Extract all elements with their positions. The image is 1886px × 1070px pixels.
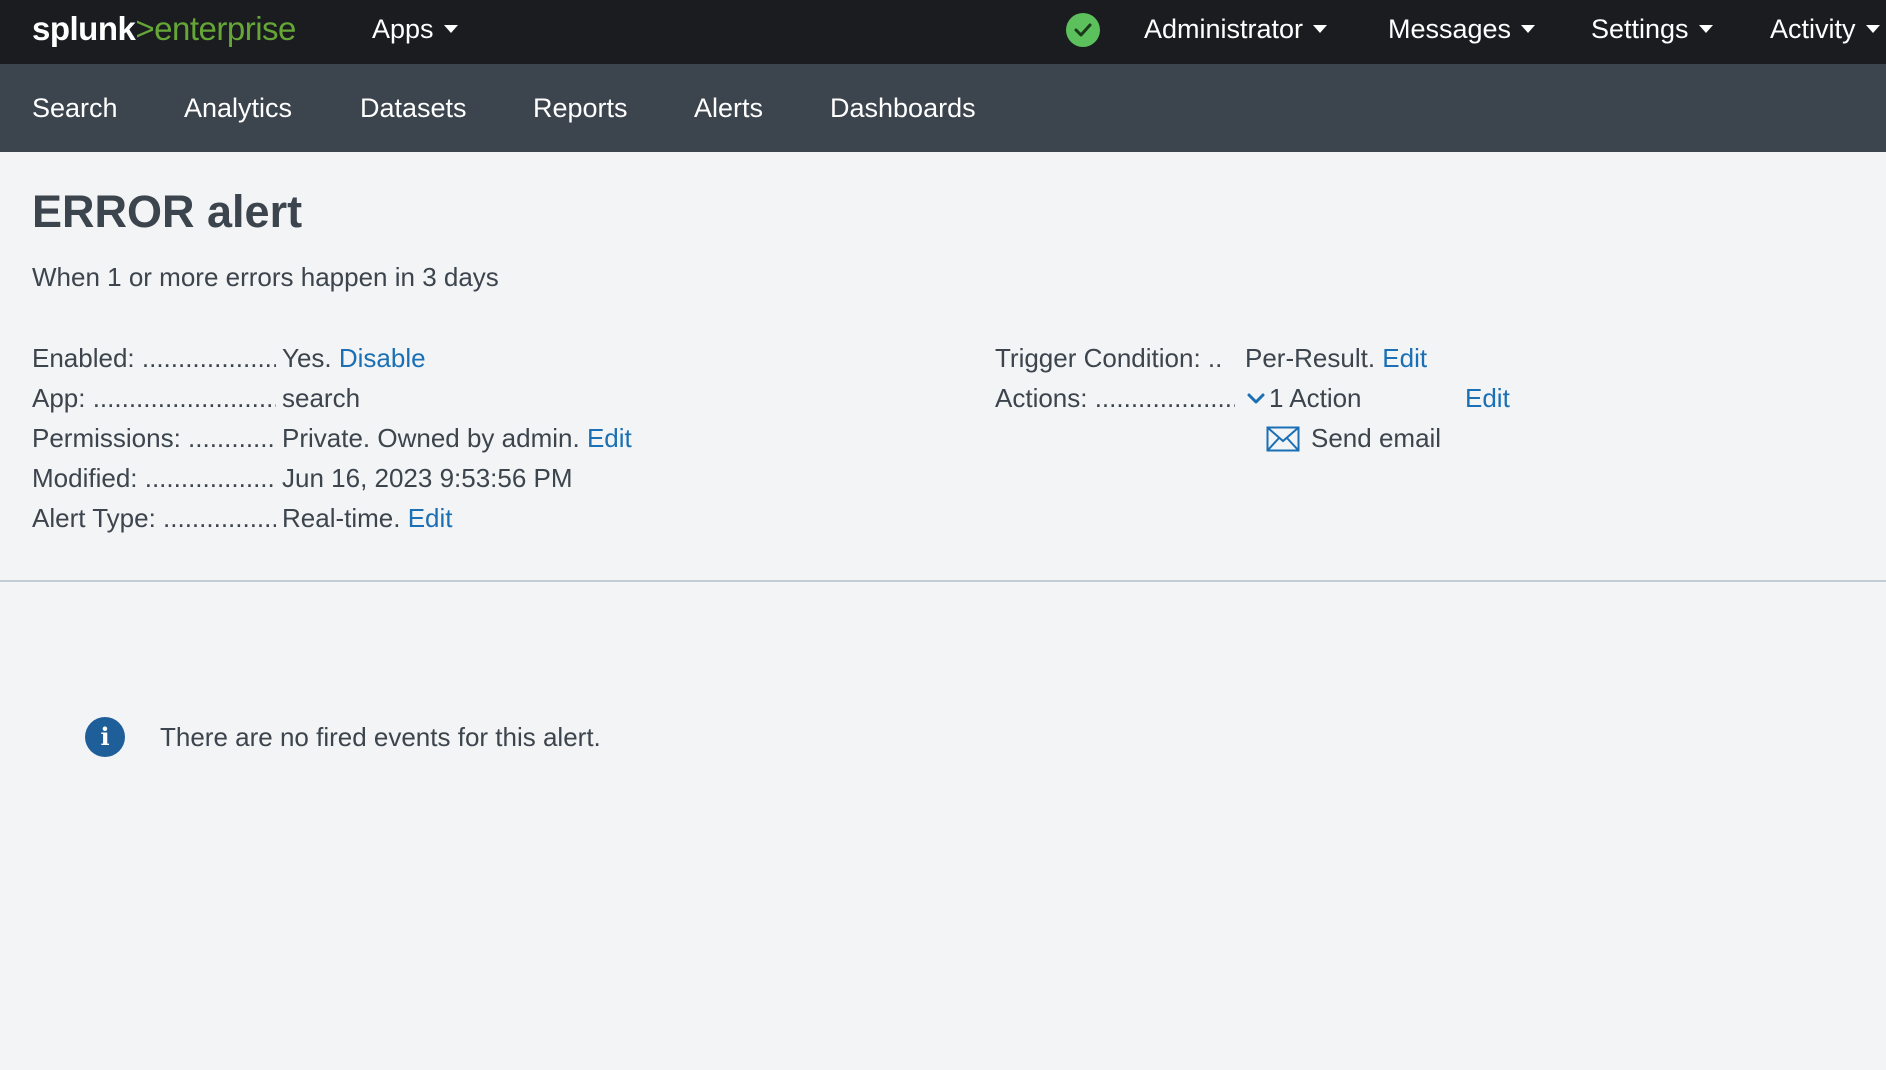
splunk-enterprise-logo[interactable]: splunk>enterprise (32, 9, 296, 49)
logo-gt-text: > (135, 10, 155, 47)
section-divider (0, 580, 1886, 582)
property-label: Modified: .................. (32, 463, 275, 493)
messages-menu-label: Messages (1388, 14, 1512, 44)
nav-dashboards[interactable]: Dashboards (830, 64, 976, 152)
page-title: ERROR alert (32, 186, 303, 237)
activity-menu[interactable]: Activity (1770, 0, 1880, 64)
property-label: Enabled: .................... (32, 343, 276, 373)
property-label: Trigger Condition: .. (995, 343, 1223, 373)
property-value: Private. Owned by admin. Edit (282, 421, 632, 455)
apps-caret-icon (443, 24, 458, 33)
property-value-text: Real-time. (282, 503, 401, 533)
action-send-email: Send email (1311, 423, 1442, 453)
administrator-caret-icon (1313, 24, 1328, 33)
settings-menu-label: Settings (1591, 14, 1689, 44)
property-value: Per-Result. Edit (1245, 341, 1427, 375)
apps-menu[interactable]: Apps (372, 0, 458, 64)
administrator-menu[interactable]: Administrator (1144, 0, 1328, 64)
property-value-text: search (282, 383, 361, 413)
nav-reports[interactable]: Reports (533, 64, 628, 152)
messages-menu[interactable]: Messages (1388, 0, 1536, 64)
nav-analytics[interactable]: Analytics (184, 64, 292, 152)
actions-count[interactable]: 1 Action (1269, 381, 1362, 415)
disable-link[interactable]: Disable (339, 343, 426, 373)
edit-alert-type-link[interactable]: Edit (408, 503, 453, 533)
property-label: Permissions: ............ (32, 423, 275, 453)
nav-alerts[interactable]: Alerts (694, 64, 763, 152)
administrator-menu-label: Administrator (1144, 14, 1304, 44)
edit-actions-link[interactable]: Edit (1465, 381, 1510, 415)
chevron-down-icon[interactable] (1246, 391, 1266, 407)
apps-menu-label: Apps (372, 14, 434, 44)
property-value-text: Private. Owned by admin. (282, 423, 580, 453)
settings-menu[interactable]: Settings (1591, 0, 1713, 64)
logo-enterprise-text: enterprise (154, 10, 296, 47)
edit-permissions-link[interactable]: Edit (587, 423, 632, 453)
nav-search[interactable]: Search (32, 64, 118, 152)
property-value-text: Per-Result. (1245, 343, 1376, 373)
property-label: Actions: .................... (995, 383, 1235, 413)
property-value: Yes. Disable (282, 341, 426, 375)
check-circle-icon[interactable] (1066, 13, 1100, 47)
app-navigation-bar: Search Analytics Datasets Reports Alerts… (0, 64, 1886, 152)
property-label: Alert Type: ................ (32, 503, 276, 533)
property-label: App: .......................... (32, 383, 276, 413)
settings-caret-icon (1698, 24, 1713, 33)
property-value: Real-time. Edit (282, 501, 453, 535)
top-navigation-bar: splunk>enterprise Apps Administrator Mes… (0, 0, 1886, 64)
no-fired-events-message: There are no fired events for this alert… (160, 722, 601, 752)
activity-menu-label: Activity (1770, 14, 1856, 44)
envelope-icon (1266, 426, 1300, 452)
nav-datasets[interactable]: Datasets (360, 64, 467, 152)
activity-caret-icon (1865, 24, 1880, 33)
alert-description: When 1 or more errors happen in 3 days (32, 262, 499, 292)
property-value-text: Yes. (282, 343, 332, 373)
property-value-text: Jun 16, 2023 9:53:56 PM (282, 463, 573, 493)
info-icon: i (85, 717, 125, 757)
edit-trigger-link[interactable]: Edit (1382, 343, 1427, 373)
messages-caret-icon (1521, 24, 1536, 33)
logo-splunk-text: splunk (32, 10, 136, 47)
